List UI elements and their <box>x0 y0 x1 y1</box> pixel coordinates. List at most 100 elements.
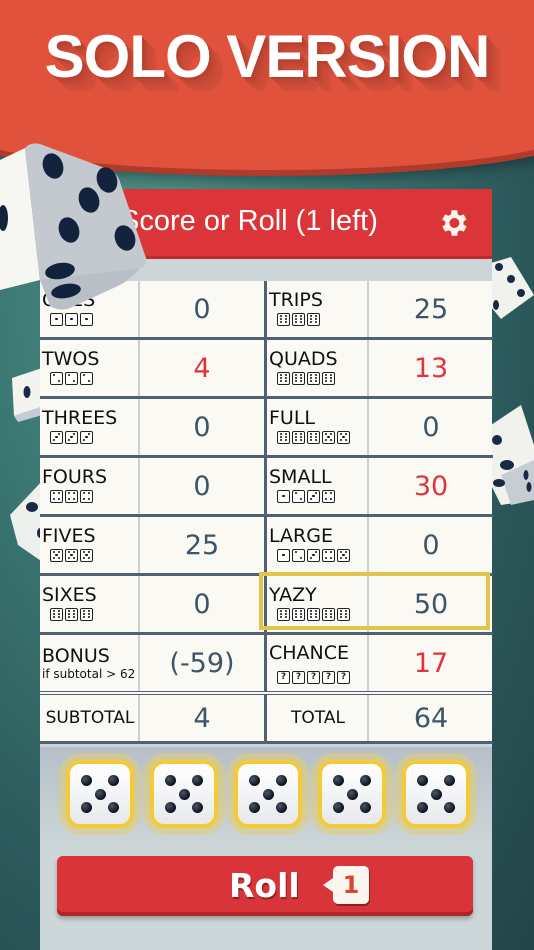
score-cell-yazy[interactable]: 50 <box>367 574 493 635</box>
mini-die-2-icon <box>292 548 305 562</box>
mini-die-6-icon <box>277 607 290 621</box>
die-5-icon[interactable] <box>402 760 470 828</box>
score-cell-chance[interactable]: 17 <box>367 633 493 695</box>
category-label: TWOS <box>42 347 100 370</box>
die-5-icon[interactable] <box>66 760 134 828</box>
mini-die-5-icon <box>337 430 350 444</box>
category-label: LARGE <box>269 524 333 547</box>
category-fives: FIVES <box>40 515 139 576</box>
mini-die-5-icon <box>80 548 93 562</box>
rolls-left-badge: 1 <box>323 866 369 904</box>
category-dice-icons <box>277 312 320 326</box>
mini-die-5-icon <box>322 430 335 444</box>
category-label: SIXES <box>42 583 97 606</box>
category-label: THREES <box>42 406 118 429</box>
mini-die-3-icon <box>80 430 93 444</box>
category-label: YAZY <box>269 583 317 606</box>
held-die-slot <box>227 753 309 835</box>
category-dice-icons <box>50 489 93 503</box>
mini-die-6-icon <box>292 607 305 621</box>
mini-die-5-icon <box>337 548 350 562</box>
die-5-icon[interactable] <box>318 760 386 828</box>
background-die-icon <box>491 405 534 505</box>
scorecard: ONES0TRIPS25TWOS4QUADS13THREES0FULL0FOUR… <box>40 281 493 744</box>
score-table: ONES0TRIPS25TWOS4QUADS13THREES0FULL0FOUR… <box>40 281 493 744</box>
mini-die-1-icon <box>277 548 290 562</box>
score-cell-ones[interactable]: 0 <box>138 281 266 340</box>
background-die-icon <box>491 257 534 319</box>
score-cell-trips[interactable]: 25 <box>367 281 493 340</box>
mini-die-1-icon <box>80 312 93 326</box>
category-label: FULL <box>269 406 316 429</box>
mini-die-question-icon: ? <box>322 671 335 684</box>
mini-die-6-icon <box>277 371 290 385</box>
mini-die-question-icon: ? <box>277 671 290 684</box>
score-cell-large[interactable]: 0 <box>367 515 493 576</box>
subtotal-label: SUBTOTAL <box>40 691 139 744</box>
mini-die-2-icon <box>292 489 305 503</box>
category-large: LARGE <box>264 515 368 576</box>
mini-die-6-icon <box>307 430 320 444</box>
score-cell-small[interactable]: 30 <box>367 456 493 517</box>
mini-die-3-icon <box>65 430 78 444</box>
category-dice-icons <box>277 607 350 621</box>
category-dice-icons <box>277 430 350 444</box>
mini-die-6-icon <box>277 430 290 444</box>
total-label: TOTAL <box>264 691 368 744</box>
category-label: BONUS <box>42 645 110 667</box>
mini-die-1-icon <box>50 312 63 326</box>
category-dice-icons <box>50 371 93 385</box>
mini-die-1-icon <box>277 489 290 503</box>
score-cell-quads[interactable]: 13 <box>367 338 493 399</box>
mini-die-6-icon <box>322 607 335 621</box>
score-cell-full[interactable]: 0 <box>367 397 493 458</box>
category-dice-icons <box>50 607 93 621</box>
score-cell-threes[interactable]: 0 <box>138 397 266 458</box>
subtotal-value: 4 <box>138 691 266 744</box>
score-row: FOURS 0 SMALL 30 <box>40 456 493 517</box>
category-small: SMALL <box>264 456 368 517</box>
die-5-icon[interactable] <box>150 760 218 828</box>
category-chance: CHANCE????? <box>264 633 368 695</box>
category-label: TRIPS <box>269 288 323 311</box>
category-threes: THREES <box>40 397 139 458</box>
dice-tray <box>40 747 492 847</box>
category-label: QUADS <box>269 347 338 370</box>
score-row: THREES 0 FULL 0 <box>40 397 493 458</box>
mini-die-6-icon <box>65 607 78 621</box>
mini-die-3-icon <box>307 489 320 503</box>
mini-die-6-icon <box>277 312 290 326</box>
mini-die-1-icon <box>65 312 78 326</box>
score-cell-sixes[interactable]: 0 <box>138 574 266 635</box>
mini-die-question-icon: ? <box>337 671 350 684</box>
held-die-slot <box>395 753 477 835</box>
foreground-die-icon <box>0 143 147 310</box>
score-cell-fours[interactable]: 0 <box>138 456 266 517</box>
category-label: SMALL <box>269 465 332 488</box>
category-dice-icons <box>277 371 335 385</box>
category-dice-icons <box>277 548 350 562</box>
totals-row: SUBTOTAL 4 TOTAL 64 <box>40 691 493 744</box>
score-row: BONUS if subtotal > 62 (-59) CHANCE????? 17 <box>40 633 493 695</box>
category-dice-icons <box>50 312 93 326</box>
mini-die-5-icon <box>65 548 78 562</box>
total-value: 64 <box>367 691 493 744</box>
score-cell-bonus: (-59) <box>138 633 266 695</box>
mini-die-5-icon <box>50 548 63 562</box>
background-die-icon <box>10 479 44 563</box>
die-5-icon[interactable] <box>234 760 302 828</box>
mini-die-6-icon <box>292 371 305 385</box>
mini-die-3-icon <box>50 430 63 444</box>
mini-die-6-icon <box>80 607 93 621</box>
mini-die-6-icon <box>322 371 335 385</box>
mini-die-4-icon <box>80 489 93 503</box>
category-fours: FOURS <box>40 456 139 517</box>
roll-button[interactable]: Roll 1 <box>57 856 473 916</box>
mini-die-4-icon <box>50 489 63 503</box>
score-cell-twos[interactable]: 4 <box>138 338 266 399</box>
mini-die-2-icon <box>80 371 93 385</box>
category-twos: TWOS <box>40 338 139 399</box>
category-sixes: SIXES <box>40 574 139 635</box>
gear-icon[interactable] <box>436 206 470 240</box>
score-cell-fives[interactable]: 25 <box>138 515 266 576</box>
